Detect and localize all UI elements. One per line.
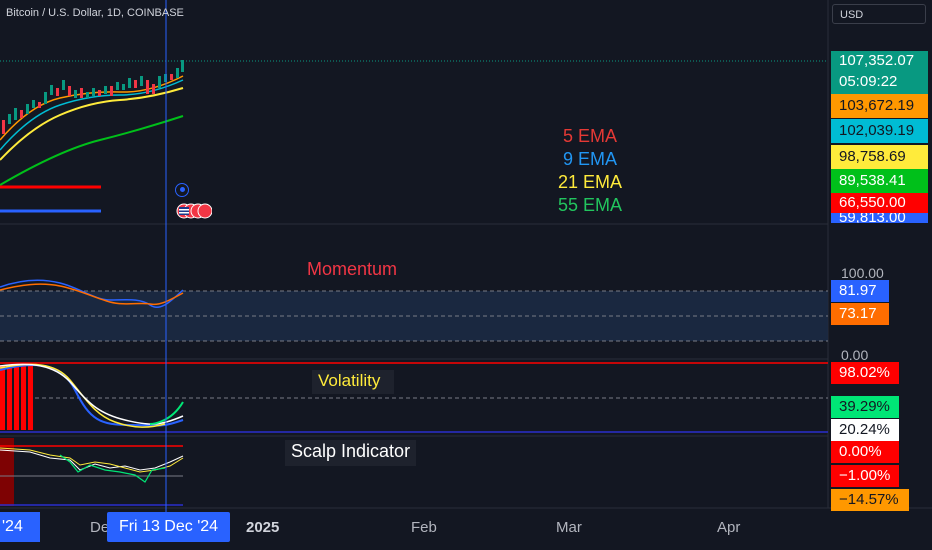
momentum-axis-bottom: 0.00	[841, 347, 869, 363]
ema-legend-item: 21 EMA	[557, 172, 623, 192]
time-label-left: '24	[0, 512, 40, 542]
ema55-line	[0, 115, 184, 186]
volatility-line-blue	[0, 363, 184, 427]
time-tick-label: Mar	[556, 519, 582, 536]
volatility-value-label: 39.29%	[831, 396, 899, 418]
flag-icon[interactable]	[176, 203, 213, 219]
ema9-value: 102,039.19	[831, 119, 928, 143]
time-tick-label: Feb	[411, 519, 437, 536]
symbol-title[interactable]: Bitcoin / U.S. Dollar, 1D, COINBASE	[6, 7, 184, 19]
volatility-value-label: 20.24%	[831, 419, 899, 441]
last-price: 107,352.07	[831, 51, 928, 70]
ema9-line	[0, 79, 184, 151]
momentum-title: Momentum	[307, 259, 398, 279]
time-tick-label: 2025	[246, 519, 280, 536]
time-tick-label: Apr	[717, 519, 741, 536]
level-blue-value: 59,813.00	[831, 213, 928, 223]
scalp-value-label: −14.57%	[831, 489, 909, 511]
scalp-line-white	[0, 449, 184, 471]
countdown: 05:09:22	[831, 70, 928, 94]
momentum-axis-top: 100.00	[841, 265, 884, 281]
momentum-value-label: 73.17	[831, 303, 889, 325]
scalp-title: Scalp Indicator	[285, 440, 417, 466]
ema-legend-item: 9 EMA	[562, 149, 618, 169]
volatility-title: Volatility	[312, 370, 395, 394]
ema-legend-item: 5 EMA	[562, 126, 618, 146]
target-icon[interactable]	[175, 183, 189, 197]
ema55-value: 89,538.41	[831, 169, 928, 193]
ema-legend-item: 55 EMA	[557, 195, 623, 215]
currency-button[interactable]: USD	[832, 4, 926, 24]
scalp-value-label: −1.00%	[831, 465, 899, 487]
volatility-bars	[0, 365, 33, 430]
chart-canvas[interactable]	[0, 0, 932, 550]
volatility-value-label: 98.02%	[831, 362, 899, 384]
level-red-value: 66,550.00	[831, 193, 928, 213]
ema21-value: 98,758.69	[831, 145, 928, 169]
ema5-value: 103,672.19	[831, 94, 928, 118]
scalp-value-label: 0.00%	[831, 441, 899, 463]
crosshair-time-label: Fri 13 Dec '24	[107, 512, 230, 542]
momentum-value-label: 81.97	[831, 280, 889, 302]
